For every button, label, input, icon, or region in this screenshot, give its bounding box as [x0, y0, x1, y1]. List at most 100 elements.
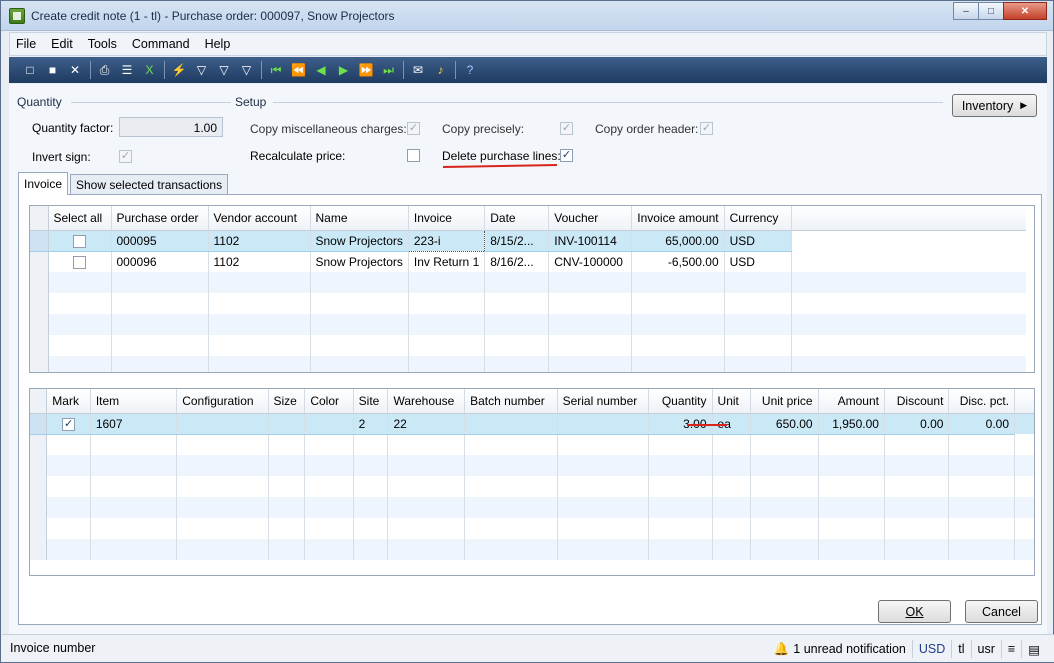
delete-purchase-lines-checkbox[interactable]: ✓ — [560, 149, 573, 162]
alert-bell-icon[interactable]: ♪ — [432, 61, 450, 79]
col-color[interactable]: Color — [304, 389, 354, 414]
col-warehouse[interactable]: Warehouse — [387, 389, 466, 414]
tab-invoice[interactable]: Invoice — [18, 172, 69, 195]
col-select-all[interactable]: Select all — [48, 206, 112, 231]
col-disc-pct[interactable]: Disc. pct. — [948, 389, 1016, 414]
status-bar: Invoice number 🔔 1 unread notification U… — [2, 634, 1054, 662]
help-icon[interactable]: ? — [461, 61, 479, 79]
cell-disc-pct: 0.00 — [948, 412, 1016, 435]
col-amount[interactable]: Amount — [818, 389, 885, 414]
bell-icon: 🔔 — [773, 641, 790, 656]
col-size[interactable]: Size — [268, 389, 306, 414]
cell-color — [304, 412, 354, 435]
copy-precisely-checkbox[interactable]: ✓ — [560, 122, 573, 135]
quantity-factor-input[interactable]: 1.00 — [119, 117, 223, 137]
tab-show-selected-transactions[interactable]: Show selected transactions — [70, 174, 229, 194]
status-layer[interactable]: usr — [970, 640, 1001, 658]
copy-misc-charges-checkbox[interactable]: ✓ — [407, 122, 420, 135]
maximize-icon[interactable]: □ — [978, 2, 1004, 20]
menu-command[interactable]: Command — [132, 37, 190, 51]
chevron-right-icon: ▶ — [1020, 100, 1028, 110]
col-quantity[interactable]: Quantity — [648, 389, 713, 414]
invoice-grid: Select all Purchase order Vendor account… — [29, 205, 1035, 373]
last-record-icon[interactable]: ⏭ — [380, 61, 398, 79]
menu-tools[interactable]: Tools — [88, 37, 117, 51]
recalculate-price-checkbox[interactable] — [407, 149, 420, 162]
save-icon[interactable]: ■ — [44, 61, 62, 79]
col-configuration[interactable]: Configuration — [176, 389, 269, 414]
new-icon[interactable]: □ — [21, 61, 39, 79]
col-item[interactable]: Item — [90, 389, 178, 414]
table-row[interactable]: 000095 1102 Snow Projectors 223-i 8/15/2… — [30, 229, 1027, 252]
print-icon[interactable]: ⎙ — [96, 61, 114, 79]
inventory-button[interactable]: Inventory ▶ — [952, 94, 1037, 117]
session-icon[interactable]: ▤ — [1021, 640, 1046, 658]
ok-button[interactable]: OK — [878, 600, 951, 623]
advanced-filter-icon[interactable]: ▽ — [215, 61, 233, 79]
cell-batch-number — [464, 412, 558, 435]
cell-voucher: CNV-100000 — [548, 251, 633, 272]
print-preview-icon[interactable]: ☰ — [118, 61, 136, 79]
previous-record-icon[interactable]: ◀ — [312, 61, 330, 79]
cancel-button[interactable]: Cancel — [965, 600, 1038, 623]
row-select-checkbox[interactable] — [73, 255, 86, 269]
copy-misc-charges-label: Copy miscellaneous charges: — [250, 122, 407, 136]
recalculate-price-label: Recalculate price: — [250, 149, 346, 163]
close-icon[interactable]: ✕ — [1003, 2, 1047, 20]
filter-by-grid-icon[interactable]: ▽ — [193, 61, 211, 79]
cell-item: 1607 — [90, 412, 178, 435]
col-currency[interactable]: Currency — [724, 206, 792, 231]
first-record-icon[interactable]: ⏮ — [267, 61, 285, 79]
annotation-underline — [442, 164, 558, 168]
col-invoice-amount[interactable]: Invoice amount — [631, 206, 725, 231]
menu-edit[interactable]: Edit — [51, 37, 73, 51]
cell-invoice: Inv Return 1 — [408, 251, 486, 272]
menu-help[interactable]: Help — [205, 37, 231, 51]
cell-vendor-account: 1102 — [208, 229, 311, 252]
excel-icon[interactable]: X — [141, 61, 159, 79]
col-discount[interactable]: Discount — [884, 389, 950, 414]
notification-indicator[interactable]: 🔔 1 unread notification — [768, 640, 912, 658]
cell-configuration — [176, 412, 269, 435]
quantity-group-title: Quantity — [17, 95, 62, 109]
col-date[interactable]: Date — [484, 206, 550, 231]
col-batch-number[interactable]: Batch number — [464, 389, 558, 414]
col-unit-price[interactable]: Unit price — [750, 389, 819, 414]
document-handling-icon[interactable]: ✉ — [409, 61, 427, 79]
window-title: Create credit note (1 - tl) - Purchase o… — [31, 9, 395, 23]
minimize-icon[interactable]: – — [953, 2, 979, 20]
mark-checkbox[interactable]: ✓ — [62, 417, 76, 431]
col-purchase-order[interactable]: Purchase order — [111, 206, 209, 231]
col-invoice[interactable]: Invoice — [408, 206, 486, 231]
col-name[interactable]: Name — [310, 206, 409, 231]
cell-site: 2 — [353, 412, 389, 435]
cell-vendor-account: 1102 — [208, 251, 311, 272]
next-record-icon[interactable]: ▶ — [335, 61, 353, 79]
status-company[interactable]: tl — [951, 640, 970, 658]
menu-file[interactable]: File — [16, 37, 36, 51]
copy-order-header-checkbox[interactable]: ✓ — [700, 122, 713, 135]
row-select-checkbox[interactable] — [73, 234, 86, 248]
col-vendor-account[interactable]: Vendor account — [208, 206, 311, 231]
title-bar: Create credit note (1 - tl) - Purchase o… — [1, 1, 1053, 31]
col-site[interactable]: Site — [353, 389, 389, 414]
col-serial-number[interactable]: Serial number — [557, 389, 650, 414]
delete-purchase-lines-label: Delete purchase lines: — [442, 149, 561, 163]
database-icon[interactable]: ≡ — [1000, 640, 1021, 658]
toolbar: □ ■ ✕ ⎙ ☰ X ⚡ ▽ ▽ ▽ ⏮ ⏪ ◀ ▶ ⏩ ⏭ ✉ ♪ ? — [9, 57, 1047, 83]
col-mark[interactable]: Mark — [46, 389, 91, 414]
filter-by-selection-icon[interactable]: ⚡ — [170, 61, 188, 79]
dialog-window: Create credit note (1 - tl) - Purchase o… — [0, 0, 1054, 663]
remove-filter-icon[interactable]: ▽ — [238, 61, 256, 79]
table-row[interactable]: ✓ 1607 2 22 3.00 ea 650.00 — [30, 412, 1034, 435]
previous-page-icon[interactable]: ⏪ — [290, 61, 308, 79]
col-unit[interactable]: Unit — [712, 389, 752, 414]
cell-invoice-amount: 65,000.00 — [631, 229, 725, 252]
invoice-tab-panel: Select all Purchase order Vendor account… — [18, 194, 1042, 625]
status-currency[interactable]: USD — [911, 640, 951, 658]
col-voucher[interactable]: Voucher — [548, 206, 633, 231]
table-row[interactable]: 000096 1102 Snow Projectors Inv Return 1… — [30, 251, 1026, 272]
next-page-icon[interactable]: ⏩ — [357, 61, 375, 79]
invert-sign-checkbox[interactable]: ✓ — [119, 150, 132, 163]
delete-icon[interactable]: ✕ — [66, 61, 84, 79]
